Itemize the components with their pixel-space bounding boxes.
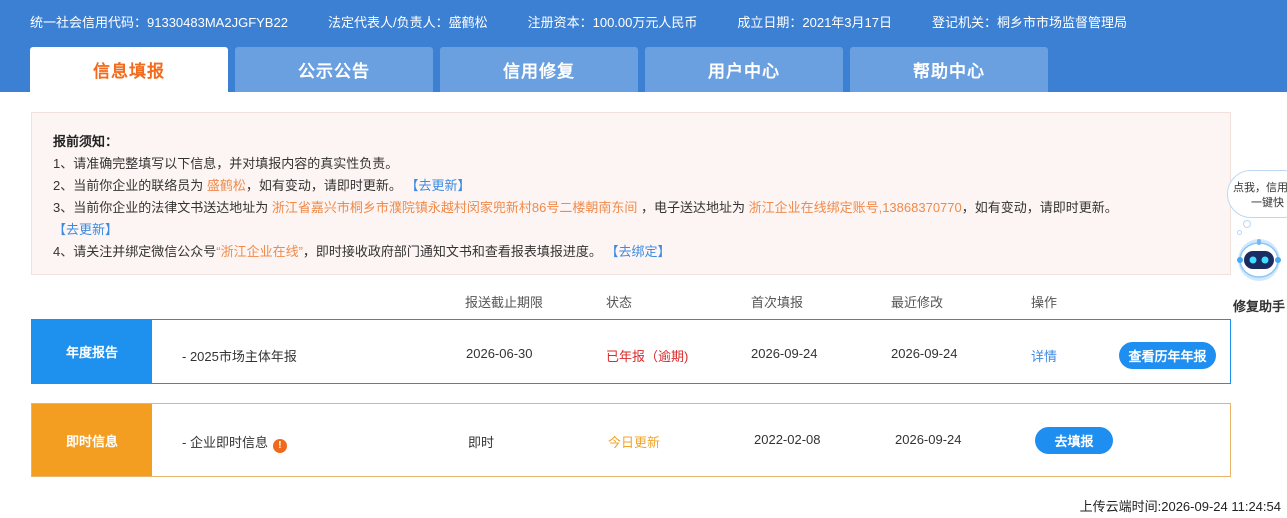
bind-wechat-link[interactable]: 【去绑定】 — [606, 244, 671, 259]
view-history-reports-button[interactable]: 查看历年年报 — [1119, 342, 1216, 369]
notice-line-4: 4、请关注并绑定微信公众号“浙江企业在线”，即时接收政府部门通知文书和查看报表填… — [53, 244, 671, 259]
enterprise-info-row: 统一社会信用代码：91330483MA2JGFYB22 法定代表人/负责人：盛鹤… — [30, 12, 1167, 31]
upload-time: 上传云端时间:2026-09-24 11:24:54 — [1079, 499, 1281, 514]
annual-first-fill: 2026-09-24 — [751, 346, 818, 361]
legal-representative: 法定代表人/负责人：盛鹤松 — [327, 15, 488, 30]
establish-date: 成立日期：2021年3月17日 — [737, 15, 893, 30]
go-fill-button[interactable]: 去填报 — [1035, 427, 1113, 454]
tab-help-center[interactable]: 帮助中心 — [850, 47, 1048, 92]
warning-icon: ! — [272, 439, 287, 453]
electronic-address: 浙江企业在线绑定账号,13868370770 — [748, 200, 962, 215]
annual-deadline: 2026-06-30 — [466, 346, 533, 361]
header: 统一社会信用代码：91330483MA2JGFYB22 法定代表人/负责人：盛鹤… — [0, 0, 1287, 92]
credit-code: 统一社会信用代码：91330483MA2JGFYB22 — [30, 15, 288, 30]
notice-line-3: 3、当前你企业的法律文书送达地址为 浙江省嘉兴市桐乡市濮院镇永越村闵家兜新村86… — [53, 200, 1118, 215]
tab-user-center[interactable]: 用户中心 — [645, 47, 843, 92]
col-first-fill: 首次填报 — [751, 295, 804, 310]
main-tabs: 信息填报 公示公告 信用修复 用户中心 帮助中心 — [30, 47, 1055, 92]
service-address: 浙江省嘉兴市桐乡市濮院镇永越村闵家兜新村86号二楼朝南东间 — [271, 200, 638, 215]
annual-status: 已年报（逾期) — [606, 349, 689, 364]
instant-last-modified: 2026-09-24 — [895, 432, 962, 447]
tab-public-notice[interactable]: 公示公告 — [235, 47, 433, 92]
notice-line-3b: 【去更新】 — [53, 219, 1230, 241]
col-status: 状态 — [606, 295, 633, 310]
annual-report-row: 年度报告 - 2025市场主体年报 2026-06-30 已年报（逾期) 202… — [31, 319, 1231, 384]
tab-credit-repair[interactable]: 信用修复 — [440, 47, 638, 92]
notice-line-1: 1、请准确完整填写以下信息，并对填报内容的真实性负责。 — [53, 156, 399, 171]
annual-last-modified: 2026-09-24 — [891, 346, 958, 361]
annual-report-badge: 年度报告 — [32, 320, 152, 383]
update-liaison-link[interactable]: 【去更新】 — [406, 178, 471, 193]
bubble-dot — [1243, 220, 1251, 228]
instant-info-row: 即时信息 - 企业即时信息! 即时 今日更新 2022-02-08 2026-0… — [31, 403, 1231, 477]
liaison-name: 盛鹤松 — [206, 178, 246, 193]
notice-line-2: 2、当前你企业的联络员为 盛鹤松，如有变动，请即时更新。 【去更新】 — [53, 178, 471, 193]
registered-capital: 注册资本：100.00万元人民币 — [527, 15, 698, 30]
bubble-dot-small — [1237, 230, 1242, 235]
col-action: 操作 — [1031, 295, 1058, 310]
repair-assistant[interactable]: 点我，信用 一键快 修复助手 — [1225, 170, 1287, 320]
registration-authority: 登记机关：桐乡市市场监督管理局 — [932, 15, 1128, 30]
instant-status: 今日更新 — [608, 435, 661, 450]
table-header: 报送截止期限 状态 首次填报 最近修改 操作 — [0, 292, 1287, 312]
instant-info-badge: 即时信息 — [32, 404, 152, 476]
col-last-modified: 最近修改 — [891, 295, 944, 310]
instant-first-fill: 2022-02-08 — [754, 432, 821, 447]
annual-report-name: - 2025市场主体年报 — [182, 349, 297, 364]
tab-info-fill[interactable]: 信息填报 — [30, 47, 228, 92]
instant-deadline: 即时 — [468, 435, 495, 450]
wechat-account: “浙江企业在线” — [216, 244, 303, 259]
annual-detail-link[interactable]: 详情 — [1031, 346, 1057, 365]
instant-info-name: - 企业即时信息! — [182, 432, 287, 453]
assistant-bubble[interactable]: 点我，信用 一键快 — [1227, 170, 1287, 218]
robot-icon[interactable] — [1235, 236, 1283, 284]
col-deadline: 报送截止期限 — [465, 295, 544, 310]
notice-title: 报前须知： — [53, 134, 119, 149]
assistant-label: 修复助手 — [1233, 299, 1286, 314]
update-address-link[interactable]: 【去更新】 — [53, 222, 118, 237]
pre-report-notice: 报前须知： 1、请准确完整填写以下信息，并对填报内容的真实性负责。 2、当前你企… — [31, 112, 1231, 275]
